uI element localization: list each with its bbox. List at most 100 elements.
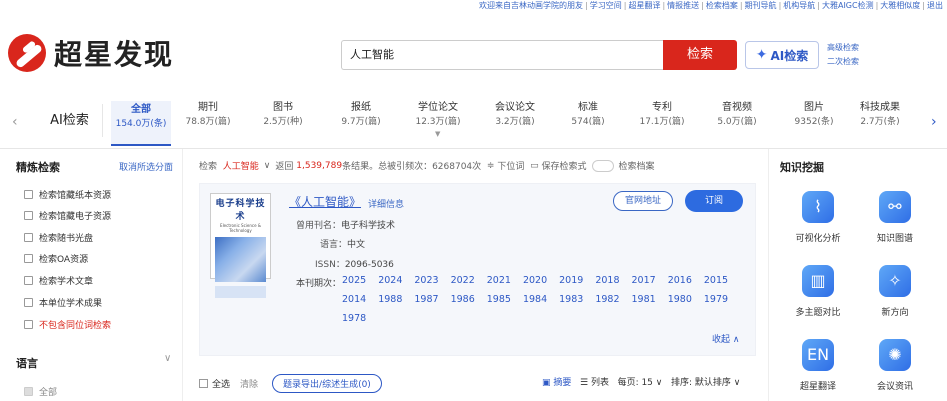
year-link[interactable]: 1987	[414, 294, 438, 305]
link-journal-nav[interactable]: 期刊导航	[745, 1, 777, 10]
year-link[interactable]: 1980	[668, 294, 692, 305]
tool-topic-compare[interactable]: ▥ 多主题对比	[783, 265, 853, 318]
category-journal[interactable]: 期刊 78.8万(篇)	[183, 101, 233, 129]
ai-search-button[interactable]: ✦ AI检索	[745, 41, 819, 69]
chevron-down-icon[interactable]: ∨	[656, 378, 663, 388]
chevron-left-icon[interactable]: ‹	[12, 114, 18, 130]
year-link[interactable]: 2015	[704, 275, 728, 286]
year-link[interactable]: 1978	[342, 313, 366, 324]
subscribe-button[interactable]: 订阅	[685, 190, 743, 212]
per-page-select[interactable]: 每页: 15	[618, 378, 653, 388]
year-link[interactable]: 1986	[451, 294, 475, 305]
tool-new-direction[interactable]: ✧ 新方向	[860, 265, 930, 318]
list-view-label[interactable]: 列表	[591, 378, 609, 388]
link-translate[interactable]: 超星翻译	[628, 1, 660, 10]
category-thesis[interactable]: 学位论文 12.3万(篇)	[410, 101, 466, 129]
year-link[interactable]: 2025	[342, 275, 366, 286]
chevron-right-icon[interactable]: ›	[931, 114, 937, 130]
website-button[interactable]: 官网地址	[613, 191, 673, 211]
year-link[interactable]: 1985	[487, 294, 511, 305]
year-link[interactable]: 2022	[451, 275, 475, 286]
summary-view-label[interactable]: 摘要	[553, 378, 571, 388]
category-image[interactable]: 图片 9352(条)	[789, 101, 839, 129]
year-link[interactable]: 2021	[487, 275, 511, 286]
link-logout[interactable]: 退出	[927, 1, 943, 10]
chevron-down-icon[interactable]: ∨	[264, 161, 271, 171]
link-search-archive[interactable]: 检索档案	[706, 1, 738, 10]
summary-view-icon[interactable]: ▣	[542, 378, 551, 388]
year-link[interactable]: 2018	[595, 275, 619, 286]
checkbox[interactable]	[24, 298, 33, 307]
year-link[interactable]: 1984	[523, 294, 547, 305]
checkbox[interactable]	[24, 211, 33, 220]
checkbox[interactable]	[24, 320, 33, 329]
year-link[interactable]: 1982	[595, 294, 619, 305]
link-study-space[interactable]: 学习空间	[590, 1, 622, 10]
refine-option[interactable]: 不包含同位词检索	[24, 318, 111, 331]
brand-logo[interactable]: 超星发现	[8, 34, 174, 72]
select-all-checkbox[interactable]	[199, 379, 208, 388]
link-aigc-check[interactable]: 大雅AIGC检测	[822, 1, 874, 10]
detail-info-link[interactable]: 详细信息	[368, 197, 404, 210]
year-link[interactable]: 1981	[632, 294, 656, 305]
year-link[interactable]: 1983	[559, 294, 583, 305]
link-intel-push[interactable]: 情报推送	[667, 1, 699, 10]
refine-option[interactable]: 检索OA资源	[24, 252, 88, 265]
list-view-icon[interactable]: ☰	[580, 378, 588, 388]
advanced-search-link[interactable]: 高级检索	[827, 41, 859, 55]
chevron-down-icon[interactable]: ∨	[734, 378, 741, 388]
chevron-down-icon[interactable]: ∨	[164, 353, 171, 364]
category-conference[interactable]: 会议论文 3.2万(篇)	[487, 101, 543, 129]
search-button[interactable]: 检索	[663, 40, 737, 70]
checkbox[interactable]	[24, 387, 33, 396]
category-all[interactable]: 全部 154.0万(条)	[111, 101, 171, 146]
refine-option[interactable]: 本单位学术成果	[24, 296, 102, 309]
narrower-term-link[interactable]: 下位词	[497, 159, 524, 172]
category-standard[interactable]: 标准 574(篇)	[563, 101, 613, 129]
year-link[interactable]: 2024	[378, 275, 402, 286]
checkbox[interactable]	[24, 233, 33, 242]
year-link[interactable]: 2019	[559, 275, 583, 286]
refine-option[interactable]: 检索随书光盘	[24, 231, 93, 244]
year-link[interactable]: 2023	[414, 275, 438, 286]
sort-select[interactable]: 排序: 默认排序	[671, 378, 731, 388]
search-input[interactable]: 人工智能	[341, 40, 663, 70]
category-newspaper[interactable]: 报纸 9.7万(篇)	[336, 101, 386, 129]
language-facet-title[interactable]: 语言	[16, 355, 38, 371]
checkbox[interactable]	[24, 276, 33, 285]
category-ai-search[interactable]: AI检索	[37, 104, 103, 137]
archive-toggle[interactable]	[592, 159, 615, 172]
tool-conference-news[interactable]: ✺ 会议资讯	[860, 339, 930, 392]
tool-visual-analysis[interactable]: ⌇ 可视化分析	[783, 191, 853, 244]
save-query-link[interactable]: 保存检索式	[541, 159, 586, 172]
year-link[interactable]: 1979	[704, 294, 728, 305]
language-option-all[interactable]: 全部	[24, 385, 57, 398]
category-tech-achievement[interactable]: 科技成果 2.7万(条)	[850, 101, 910, 129]
checkbox[interactable]	[24, 254, 33, 263]
clear-facets-link[interactable]: 取消所选分面	[119, 160, 173, 173]
refine-option[interactable]: 检索馆藏纸本资源	[24, 188, 111, 201]
link-org-nav[interactable]: 机构导航	[783, 1, 815, 10]
journal-title-link[interactable]: 《人工智能》	[289, 193, 361, 210]
secondary-search-link[interactable]: 二次检索	[827, 55, 859, 69]
link-similarity[interactable]: 大雅相似度	[880, 1, 920, 10]
select-all-label[interactable]: 全选	[212, 377, 230, 390]
collapse-link[interactable]: 收起 ∧	[712, 332, 739, 345]
back-link[interactable]: 返回	[275, 159, 293, 172]
year-link[interactable]: 2017	[632, 275, 656, 286]
year-link[interactable]: 2014	[342, 294, 366, 305]
tool-knowledge-graph[interactable]: ⚯ 知识图谱	[860, 191, 930, 244]
export-button[interactable]: 题录导出/综述生成(0)	[272, 374, 382, 393]
tool-translate[interactable]: EN 超星翻译	[783, 339, 853, 392]
refine-option[interactable]: 检索馆藏电子资源	[24, 209, 111, 222]
year-link[interactable]: 1988	[378, 294, 402, 305]
category-av[interactable]: 音视频 5.0万(篇)	[711, 101, 763, 129]
year-link[interactable]: 2020	[523, 275, 547, 286]
journal-cover-image[interactable]: 电子科学技术 Electronic Science & Technology	[210, 193, 271, 298]
checkbox[interactable]	[24, 190, 33, 199]
clear-selection-link[interactable]: 清除	[240, 377, 258, 390]
year-link[interactable]: 2016	[668, 275, 692, 286]
category-book[interactable]: 图书 2.5万(种)	[258, 101, 308, 129]
category-patent[interactable]: 专利 17.1万(篇)	[636, 101, 688, 129]
refine-option[interactable]: 检索学术文章	[24, 274, 93, 287]
